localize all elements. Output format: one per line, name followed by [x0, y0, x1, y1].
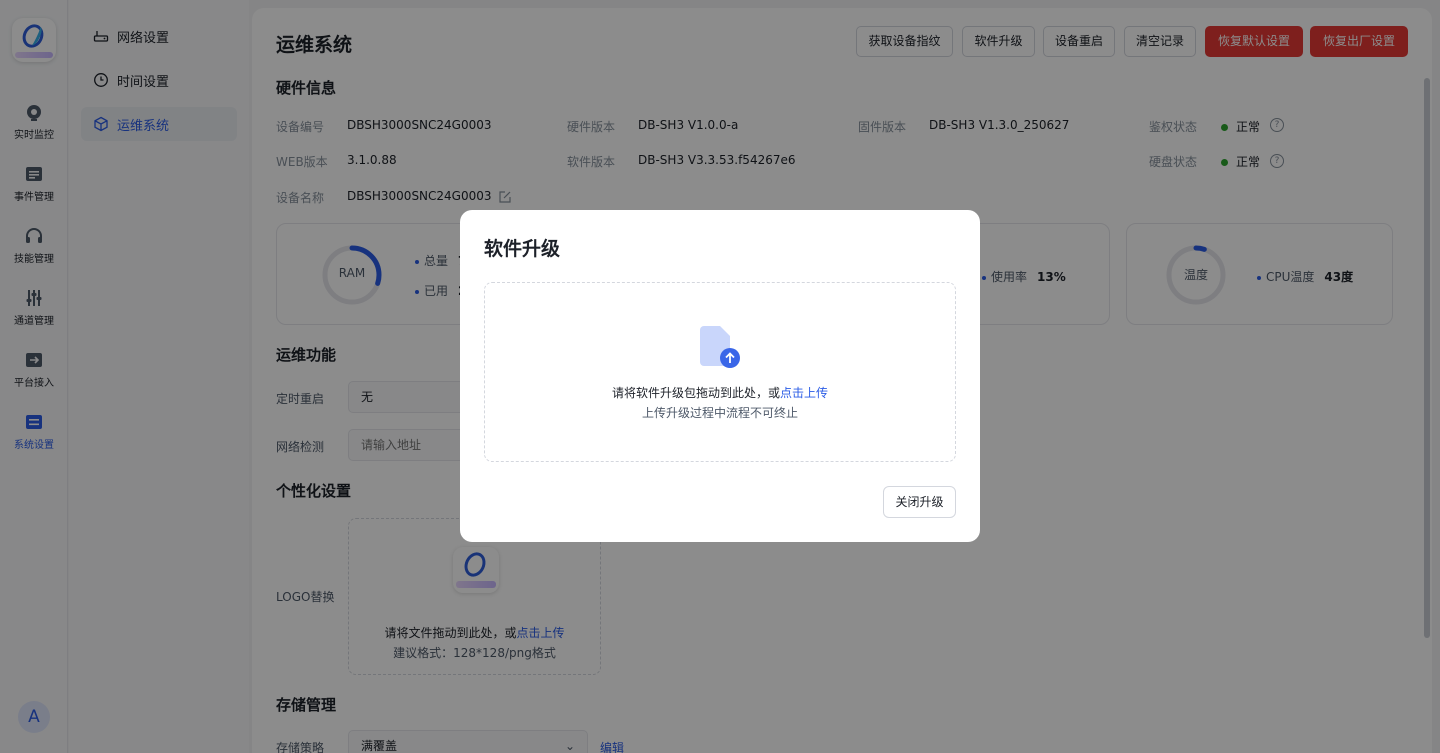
dialog-title: 软件升级 — [484, 238, 561, 260]
dropzone-hint: 上传升级过程中流程不可终止 — [641, 406, 798, 420]
close-upgrade-button[interactable]: 关闭升级 — [883, 486, 956, 518]
upgrade-package-dropzone[interactable]: 请将软件升级包拖动到此处，或点击上传 上传升级过程中流程不可终止 — [484, 282, 956, 462]
file-upload-icon — [700, 326, 740, 368]
software-upgrade-dialog: 软件升级 请将软件升级包拖动到此处，或点击上传 上传升级过程中流程不可终止 关闭… — [460, 210, 980, 542]
dropzone-text: 请将软件升级包拖动到此处，或点击上传 — [611, 386, 829, 400]
click-upload-link[interactable]: 点击上传 — [780, 386, 828, 400]
